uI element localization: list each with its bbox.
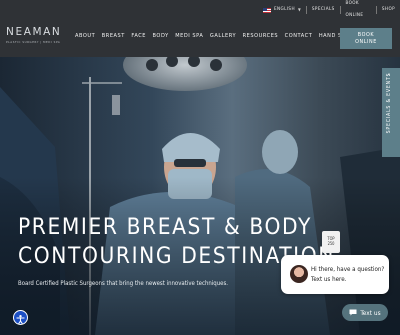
- accessibility-button[interactable]: [13, 310, 28, 325]
- specials-link[interactable]: SPECIALS: [307, 4, 340, 16]
- nav-item-face[interactable]: FACE: [131, 33, 146, 39]
- us-flag-icon: [263, 7, 271, 13]
- book-button-line1: BOOK: [357, 31, 375, 38]
- chat-icon: [349, 309, 357, 316]
- logo-name: NEAMAN: [6, 26, 62, 38]
- text-us-button[interactable]: Text us: [342, 304, 388, 321]
- accessibility-icon: [16, 315, 25, 325]
- chat-greeting-bubble[interactable]: Hi there, have a question? Text us here.: [281, 255, 389, 294]
- hero-headline-line1: PREMIER BREAST & BODY: [18, 214, 312, 240]
- language-selector[interactable]: ENGLISH ▼: [258, 4, 306, 16]
- specials-events-label: SPECIALS & EVENTS: [386, 72, 392, 134]
- nav-item-resources[interactable]: RESOURCES: [243, 33, 279, 39]
- main-nav: ABOUT BREAST FACE BODY MEDI SPA GALLERY …: [75, 33, 366, 39]
- hero-subline: Board Certified Plastic Surgeons that br…: [18, 280, 229, 287]
- logo-tagline: PLASTIC SURGERY | MEDI SPA: [6, 40, 61, 44]
- site-logo[interactable]: NEAMAN PLASTIC SURGERY | MEDI SPA: [6, 26, 64, 45]
- award-badge-line2: 250: [327, 241, 335, 246]
- nav-item-gallery[interactable]: GALLERY: [210, 33, 236, 39]
- book-online-button[interactable]: BOOK ONLINE: [340, 28, 392, 49]
- book-online-link[interactable]: BOOK ONLINE: [340, 0, 376, 22]
- book-button-line2: ONLINE: [355, 38, 377, 45]
- nav-item-breast[interactable]: BREAST: [102, 33, 125, 39]
- site-header: ENGLISH ▼ SPECIALS BOOK ONLINE SHOP NEAM…: [0, 0, 400, 57]
- chat-greeting-text: Hi there, have a question? Text us here.: [311, 266, 385, 283]
- nav-item-contact[interactable]: CONTACT: [285, 33, 313, 39]
- shop-link[interactable]: SHOP: [377, 4, 400, 16]
- text-us-label: Text us: [360, 308, 381, 317]
- language-label: ENGLISH: [274, 7, 295, 12]
- chevron-down-icon: ▼: [297, 7, 302, 12]
- award-badge: TOP 250: [322, 231, 340, 253]
- chat-agent-avatar: [290, 265, 308, 283]
- utility-bar: ENGLISH ▼ SPECIALS BOOK ONLINE SHOP: [258, 1, 400, 18]
- nav-item-body[interactable]: BODY: [153, 33, 169, 39]
- nav-item-medi-spa[interactable]: MEDI SPA: [175, 33, 203, 39]
- specials-events-tab[interactable]: ‹ SPECIALS & EVENTS: [382, 68, 400, 157]
- nav-item-about[interactable]: ABOUT: [75, 33, 95, 39]
